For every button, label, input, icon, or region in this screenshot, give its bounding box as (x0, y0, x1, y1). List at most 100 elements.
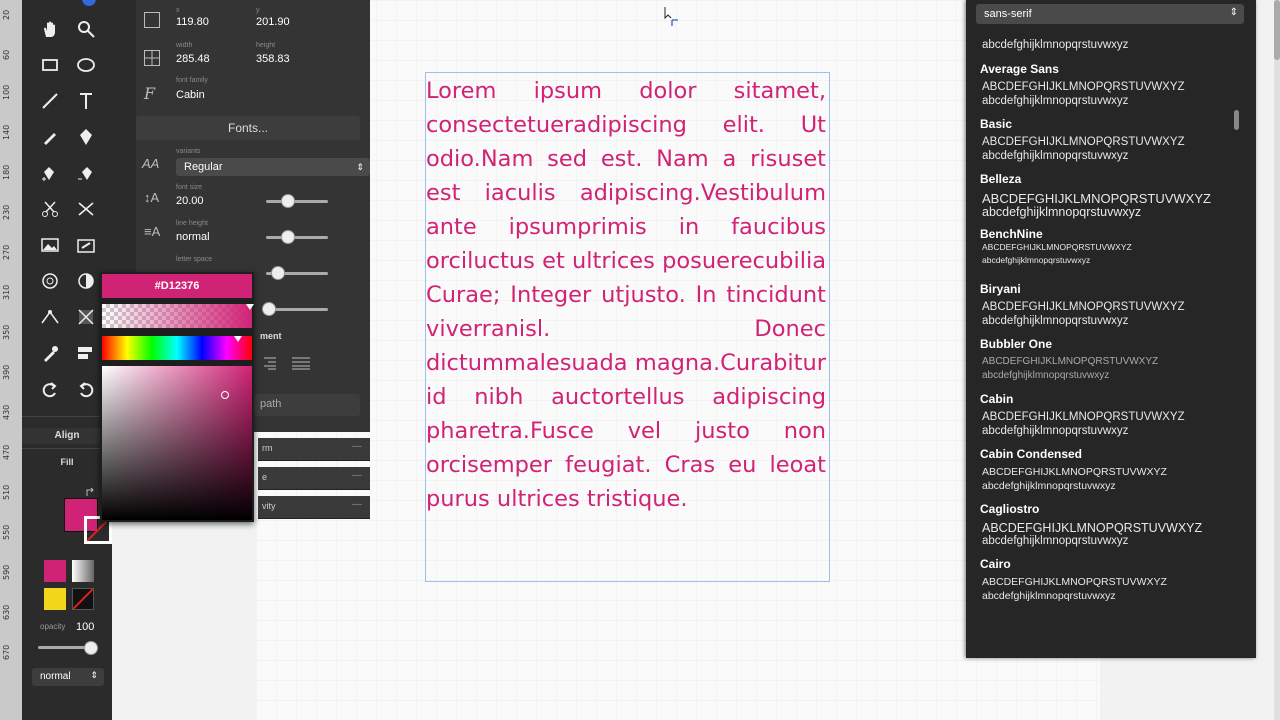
pencil-tool[interactable] (35, 122, 65, 152)
swatch-gradient[interactable] (72, 560, 94, 582)
pen-remove-tool[interactable] (71, 158, 101, 188)
font-list-item[interactable]: Belleza ABCDEFGHIJKLMNOPQRSTUVWXYZ abcdefg… (966, 172, 1236, 224)
eyedropper-tool[interactable] (35, 338, 65, 368)
size-icon (144, 50, 160, 66)
align-right-icon[interactable] (262, 356, 276, 370)
swatch-yellow[interactable] (44, 588, 66, 610)
font-sample-lowercase: abcdefghijklmnopqrstuvwxyz (982, 205, 1142, 219)
ruler-mark: 100 (2, 84, 11, 100)
swap-colors-icon[interactable] (86, 484, 96, 496)
font-list-item[interactable]: Basic ABCDEFGHIJKLMNOPQRSTUVWXYZ abcdefghi… (966, 117, 1236, 169)
pen-tool[interactable] (71, 122, 101, 152)
knife-tool[interactable] (71, 194, 101, 224)
line-height-slider[interactable] (266, 236, 328, 239)
node-tool[interactable] (35, 302, 65, 332)
circle-target-tool[interactable] (35, 266, 65, 296)
swatch-none[interactable] (72, 588, 94, 610)
line-tool[interactable] (35, 86, 65, 116)
align-justify-icon[interactable] (292, 356, 310, 370)
ellipse-tool[interactable] (71, 50, 101, 80)
font-list-item[interactable]: Cabin ABCDEFGHIJKLMNOPQRSTUVWXYZ abcdefghi… (966, 392, 1236, 444)
font-list-item[interactable]: Average Sans ABCDEFGHIJKLMNOPQRSTUVWXYZ ab… (966, 62, 1236, 114)
font-size-slider-knob[interactable] (281, 194, 295, 208)
undo-tool[interactable] (71, 374, 101, 404)
font-list-item[interactable]: Cagliostro ABCDEFGHIJKLMNOPQRSTUVWXYZ abcd… (966, 502, 1236, 554)
opacity-value[interactable]: 100 (76, 621, 94, 633)
font-size-slider[interactable] (266, 200, 328, 203)
font-sample-lowercase: abcdefghijklmnopqrstuvwxyz (982, 150, 1129, 162)
transform-section[interactable]: rm — (258, 438, 370, 461)
window-scrollbar[interactable] (1274, 0, 1280, 720)
opacity-slider-knob[interactable] (84, 641, 98, 655)
color-hex-field[interactable]: #D12376 (102, 274, 252, 298)
line-height-slider-knob[interactable] (281, 230, 295, 244)
y-value[interactable]: 201.90 (256, 16, 290, 28)
word-space-slider-knob[interactable] (262, 302, 276, 316)
pen-add-tool[interactable] (35, 158, 65, 188)
contrast-icon (78, 273, 94, 289)
rectangle-tool[interactable] (35, 50, 65, 80)
align-section[interactable]: Align (22, 428, 112, 444)
font-size-value[interactable]: 20.00 (176, 195, 204, 207)
rectangle-icon (42, 59, 58, 71)
font-list[interactable]: Average Sans ABCDEFGHIJKLMNOPQRSTUVWXYZ ab… (966, 0, 1256, 658)
fill-section[interactable]: Fill (22, 457, 112, 467)
fonts-button[interactable]: Fonts... (136, 116, 360, 140)
zoom-icon (78, 21, 95, 38)
font-list-item[interactable]: Bubbler One ABCDEFGHIJKLMNOPQRSTUVWXYZ abc… (966, 337, 1236, 389)
alpha-slider-marker[interactable] (246, 304, 254, 310)
hue-slider-marker[interactable] (234, 336, 242, 342)
font-list-item[interactable]: BenchNine ABCDEFGHIJKLMNOPQRSTUVWXYZ abcde… (966, 227, 1236, 279)
pen-remove-icon (78, 167, 92, 180)
alpha-slider[interactable] (102, 304, 252, 328)
font-list-scrollbar-thumb[interactable] (1234, 110, 1239, 130)
ruler-mark: 630 (2, 604, 11, 620)
swatch-magenta[interactable] (44, 560, 66, 582)
redo-tool[interactable] (35, 374, 65, 404)
collapse-icon: — (352, 470, 362, 481)
font-family-value[interactable]: Cabin (176, 89, 205, 101)
letter-space-slider-knob[interactable] (271, 266, 285, 280)
layers-tool[interactable] (71, 338, 101, 368)
text-tool[interactable] (71, 86, 101, 116)
hand-tool[interactable] (35, 14, 65, 44)
variants-select[interactable]: Regular ⇕ (176, 158, 370, 176)
font-sample-lowercase: abcdefghijklmnopqrstuvwxyz (982, 590, 1116, 602)
contrast-tool[interactable] (71, 266, 101, 296)
font-sample-uppercase: ABCDEFGHIJKLMNOPQRSTUVWXYZ (982, 191, 1211, 206)
knife-icon (78, 202, 94, 216)
font-list-item[interactable]: Biryani ABCDEFGHIJKLMNOPQRSTUVWXYZ abcdefg… (966, 282, 1236, 334)
crop-tool[interactable] (71, 302, 101, 332)
x-value[interactable]: 119.80 (176, 16, 209, 28)
line-height-value[interactable]: normal (176, 231, 210, 243)
saturation-brightness-field[interactable] (102, 366, 252, 520)
zoom-tool[interactable] (71, 14, 101, 44)
crop-icon (78, 309, 94, 325)
font-list-item[interactable]: Cairo ABCDEFGHIJKLMNOPQRSTUVWXYZ abcdefghi… (966, 557, 1236, 609)
to-path-button[interactable]: path (254, 394, 360, 416)
image-tool[interactable] (35, 230, 65, 260)
blend-mode-select[interactable]: normal ⇕ (32, 668, 104, 686)
alignment-label: ment (260, 331, 282, 341)
eyedropper-icon (44, 346, 58, 362)
collapse-icon: — (352, 441, 362, 452)
font-list-item[interactable]: Cabin Condensed ABCDEFGHIJKLMNOPQRSTUVWXY… (966, 447, 1236, 499)
font-sample-lowercase: abcdefghijklmnopqrstuvwxyz (982, 425, 1129, 437)
scissors-tool[interactable] (35, 194, 65, 224)
text-paragraph[interactable]: Lorem ipsum dolor sitamet, consectetuera… (426, 74, 826, 516)
hue-slider[interactable] (102, 336, 252, 360)
link-tool[interactable] (71, 230, 101, 260)
x-label: x (176, 7, 180, 14)
font-sample-uppercase: ABCDEFGHIJKLMNOPQRSTUVWXYZ (982, 576, 1167, 588)
redo-icon (42, 382, 57, 398)
font-sample-uppercase: ABCDEFGHIJKLMNOPQRSTUVWXYZ (982, 136, 1185, 148)
height-value[interactable]: 358.83 (256, 53, 290, 65)
ruler-mark: 430 (2, 404, 11, 420)
color-picker-handle[interactable] (221, 391, 229, 399)
window-scrollbar-thumb[interactable] (1274, 0, 1280, 60)
font-sample-uppercase: ABCDEFGHIJKLMNOPQRSTUVWXYZ (982, 411, 1185, 423)
style-section[interactable]: e — (258, 467, 370, 490)
interactivity-section[interactable]: vity — (258, 496, 370, 519)
y-label: y (256, 7, 260, 14)
width-value[interactable]: 285.48 (176, 53, 210, 65)
